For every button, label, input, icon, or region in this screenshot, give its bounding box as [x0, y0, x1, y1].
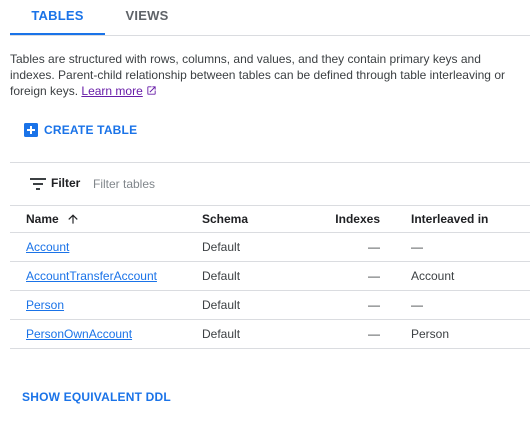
table-row: AccountTransferAccount Default — Account — [10, 262, 530, 291]
divider — [10, 348, 530, 349]
create-table-button[interactable]: CREATE TABLE — [18, 116, 140, 144]
schema-cell: Default — [202, 269, 241, 283]
indexes-cell: — — [368, 298, 380, 312]
filter-bar: Filter — [10, 170, 530, 198]
schema-cell: Default — [202, 327, 241, 341]
interleaved-in-cell: Person — [411, 327, 450, 341]
filter-input[interactable] — [90, 173, 396, 195]
table-name-link[interactable]: AccountTransferAccount — [26, 268, 157, 284]
interleaved-in-cell: Account — [411, 269, 455, 283]
filter-label[interactable]: Filter — [51, 176, 80, 190]
divider — [10, 162, 530, 163]
indexes-cell: — — [368, 240, 380, 254]
arrow-upward-icon[interactable] — [66, 212, 80, 226]
open-in-new-icon — [147, 86, 156, 95]
table-row: Person Default — — — [10, 291, 530, 320]
schema-cell: Default — [202, 298, 241, 312]
show-ddl-button[interactable]: SHOW EQUIVALENT DDL — [22, 390, 171, 404]
learn-more-link[interactable]: Learn more — [81, 84, 156, 98]
table-name-link[interactable]: Account — [26, 239, 69, 255]
description: Tables are structured with rows, columns… — [10, 51, 520, 99]
indexes-cell: — — [368, 269, 380, 283]
table-row: PersonOwnAccount Default — Person — [10, 320, 530, 349]
add-box-icon — [24, 123, 38, 137]
tab-tables[interactable]: TABLES — [10, 0, 105, 35]
create-table-label: CREATE TABLE — [44, 123, 138, 137]
learn-more-label: Learn more — [81, 84, 143, 98]
indexes-cell: — — [368, 327, 380, 341]
schema-cell: Default — [202, 240, 241, 254]
tab-divider — [10, 35, 530, 36]
divider — [10, 205, 530, 206]
interleaved-in-cell: — — [411, 240, 423, 254]
column-header-schema[interactable]: Schema — [202, 211, 248, 227]
interleaved-in-cell: — — [411, 298, 423, 312]
filter-list-icon[interactable] — [30, 177, 46, 191]
column-header-name[interactable]: Name — [26, 211, 59, 227]
tab-bar: TABLES VIEWS — [10, 0, 530, 36]
table-name-link[interactable]: Person — [26, 297, 64, 313]
column-header-indexes[interactable]: Indexes — [320, 211, 380, 227]
table-row: Account Default — — — [10, 233, 530, 262]
column-header-interleaved-in[interactable]: Interleaved in — [411, 211, 488, 227]
table-name-link[interactable]: PersonOwnAccount — [26, 326, 132, 342]
tab-views[interactable]: VIEWS — [114, 0, 180, 33]
